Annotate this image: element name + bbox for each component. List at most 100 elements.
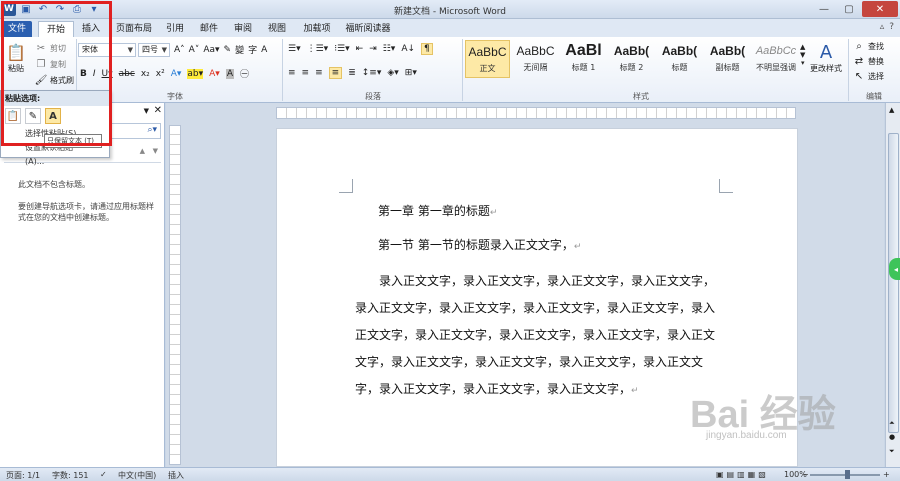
scroll-up-icon[interactable]: ▲ (889, 106, 894, 114)
numbering-icon[interactable]: ⋮☰▾ (307, 44, 329, 54)
insert-mode[interactable]: 插入 (168, 470, 184, 481)
subscript-icon[interactable]: x₂ (141, 69, 150, 79)
sort-icon[interactable]: A↓ (401, 44, 415, 54)
search-icon[interactable]: ⌕▾ (147, 125, 157, 135)
align-center-icon[interactable]: ≡ (302, 68, 310, 78)
close-button[interactable]: ✕ (862, 1, 898, 17)
clear-format-icon[interactable]: ✎ (224, 45, 232, 55)
style-subtitle[interactable]: AaBb(副标题 (705, 40, 750, 78)
zoom-in-icon[interactable]: + (883, 470, 890, 479)
tab-file[interactable]: 文件 (2, 21, 32, 37)
highlight-icon[interactable]: ab▾ (187, 68, 204, 79)
find-button[interactable]: ⌕ 查找 (852, 39, 884, 53)
char-shading-icon[interactable]: A (225, 68, 234, 79)
pane-menu-icon[interactable]: ▼ (144, 107, 149, 115)
font-color-icon[interactable]: A▾ (209, 69, 220, 79)
styles-gallery-scroll[interactable]: ▲ ▼ ▾ (800, 43, 805, 67)
tab-home[interactable]: 开始 (38, 21, 74, 37)
document-line-2[interactable]: 第一节 第一节的标题录入正文文字，↵ (378, 236, 581, 253)
line-spacing-icon[interactable]: ↕≡▾ (362, 68, 382, 78)
chinese-layout-icon[interactable]: ☷▾ (383, 44, 396, 54)
change-styles-button[interactable]: A 更改样式 (810, 41, 842, 74)
bold-icon[interactable]: B (80, 69, 87, 79)
justify-icon[interactable]: ≡ (328, 67, 343, 79)
tab-references[interactable]: 引用 (162, 21, 188, 37)
increase-indent-icon[interactable]: ⇥ (369, 44, 377, 54)
superscript-icon[interactable]: x² (156, 69, 165, 79)
style-heading1[interactable]: AaBl 标题 1 (561, 40, 606, 78)
phonetic-guide-icon[interactable]: 變 (235, 43, 244, 56)
align-left-icon[interactable]: ≡ (288, 68, 296, 78)
tab-insert[interactable]: 插入 (78, 21, 104, 37)
horizontal-ruler[interactable] (276, 107, 796, 119)
binoculars-icon: ⌕ (856, 40, 862, 52)
keep-source-formatting-icon[interactable]: 📋 (5, 108, 21, 124)
text-effects-icon[interactable]: A▾ (171, 69, 182, 79)
body-paragraph[interactable]: 录入正文文字，录入正文文字，录入正文文字，录入正文文字，录入正文文字，录入正文文… (355, 268, 725, 405)
merge-formatting-icon[interactable]: ✎ (25, 108, 41, 124)
shading-icon[interactable]: ◈▾ (387, 68, 398, 78)
borders-icon[interactable]: ⊞▾ (405, 68, 417, 78)
style-sample: AaBbC (516, 44, 555, 58)
maximize-button[interactable]: ▢ (837, 1, 861, 17)
select-button[interactable]: ↖ 选择 (852, 69, 884, 83)
style-no-spacing[interactable]: AaBbC 无间隔 (513, 40, 558, 78)
replace-button[interactable]: ⇄ 替换 (852, 54, 884, 68)
enclosed-char-icon[interactable]: ㊀ (240, 67, 249, 80)
tab-addins[interactable]: 加载项 (299, 21, 335, 37)
align-right-icon[interactable]: ≡ (315, 68, 323, 78)
page-count[interactable]: 页面: 1/1 (6, 470, 40, 481)
minimize-button[interactable]: — (812, 1, 836, 17)
distributed-icon[interactable]: ≣ (348, 68, 356, 78)
tab-review[interactable]: 审阅 (230, 21, 256, 37)
browse-object-icon[interactable]: ● (889, 433, 895, 441)
char-border-icon[interactable]: A (261, 45, 267, 55)
ruler-ticks (170, 126, 180, 464)
multilevel-list-icon[interactable]: ⁝☰▾ (334, 44, 349, 54)
style-title[interactable]: AaBb(标题 (657, 40, 702, 78)
italic-icon[interactable]: I (93, 69, 96, 79)
bullets-icon[interactable]: ☰▾ (288, 44, 301, 54)
next-page-icon[interactable]: ⏷ (889, 447, 895, 456)
font-size-dropdown[interactable]: 四号 ▼ (138, 43, 170, 57)
proofing-icon[interactable]: ✓ (100, 470, 107, 479)
side-widget-icon[interactable]: ◂ (889, 258, 900, 280)
cut-button[interactable]: ✂ 剪切 (34, 41, 66, 55)
scroll-thumb[interactable] (888, 133, 899, 433)
help-icon[interactable]: ? (889, 22, 894, 32)
decrease-indent-icon[interactable]: ⇤ (356, 44, 364, 54)
enclose-char-icon[interactable]: 字 (248, 43, 257, 56)
paste-button[interactable]: 📋 粘贴 (6, 41, 26, 74)
style-subtle-emphasis[interactable]: AaBbCc 不明显强调 (753, 40, 799, 78)
vertical-ruler[interactable] (169, 125, 181, 465)
style-normal[interactable]: AaBbC 正文 (465, 40, 510, 78)
create-headings-hint: 要创建导航选项卡，请通过应用标题样式在您的文档中创建标题。 (18, 202, 154, 222)
word-count[interactable]: 字数: 151 (52, 470, 89, 481)
next-icon[interactable]: ▼ (153, 147, 158, 155)
format-painter-button[interactable]: 🖌 格式刷 (34, 73, 74, 87)
zoom-slider-thumb[interactable] (845, 470, 850, 479)
strikethrough-icon[interactable]: abc (119, 69, 135, 79)
zoom-out-icon[interactable]: − (802, 470, 809, 479)
tab-foxit-reader[interactable]: 福昕阅读器 (343, 21, 393, 37)
shrink-font-icon[interactable]: A˅ (189, 45, 200, 55)
document-line-1[interactable]: 第一章 第一章的标题↵ (378, 202, 497, 219)
vertical-scrollbar[interactable]: ▲ ⏶ ● ⏷ (885, 103, 900, 467)
close-icon[interactable]: ✕ (154, 105, 162, 116)
copy-button[interactable]: ❐ 复制 (34, 57, 66, 71)
language-indicator[interactable]: 中文(中国) (118, 470, 156, 481)
grow-font-icon[interactable]: A˄ (174, 45, 185, 55)
underline-icon[interactable]: U▾ (102, 69, 113, 79)
tab-page-layout[interactable]: 页面布局 (112, 21, 156, 37)
tab-mailings[interactable]: 邮件 (196, 21, 222, 37)
font-name-dropdown[interactable]: 宋体 ▼ (78, 43, 136, 57)
previous-icon[interactable]: ▲ (140, 147, 145, 155)
keep-text-only-icon[interactable]: A (45, 108, 61, 124)
previous-page-icon[interactable]: ⏶ (889, 419, 895, 428)
tab-view[interactable]: 视图 (264, 21, 290, 37)
minimize-ribbon-icon[interactable]: ▵ (880, 22, 885, 32)
view-buttons[interactable]: ▣▤▥▦▧ (716, 470, 769, 479)
style-heading2[interactable]: AaBb(标题 2 (609, 40, 654, 78)
show-marks-icon[interactable]: ¶ (421, 43, 433, 55)
change-case-icon[interactable]: Aa▾ (203, 45, 219, 55)
